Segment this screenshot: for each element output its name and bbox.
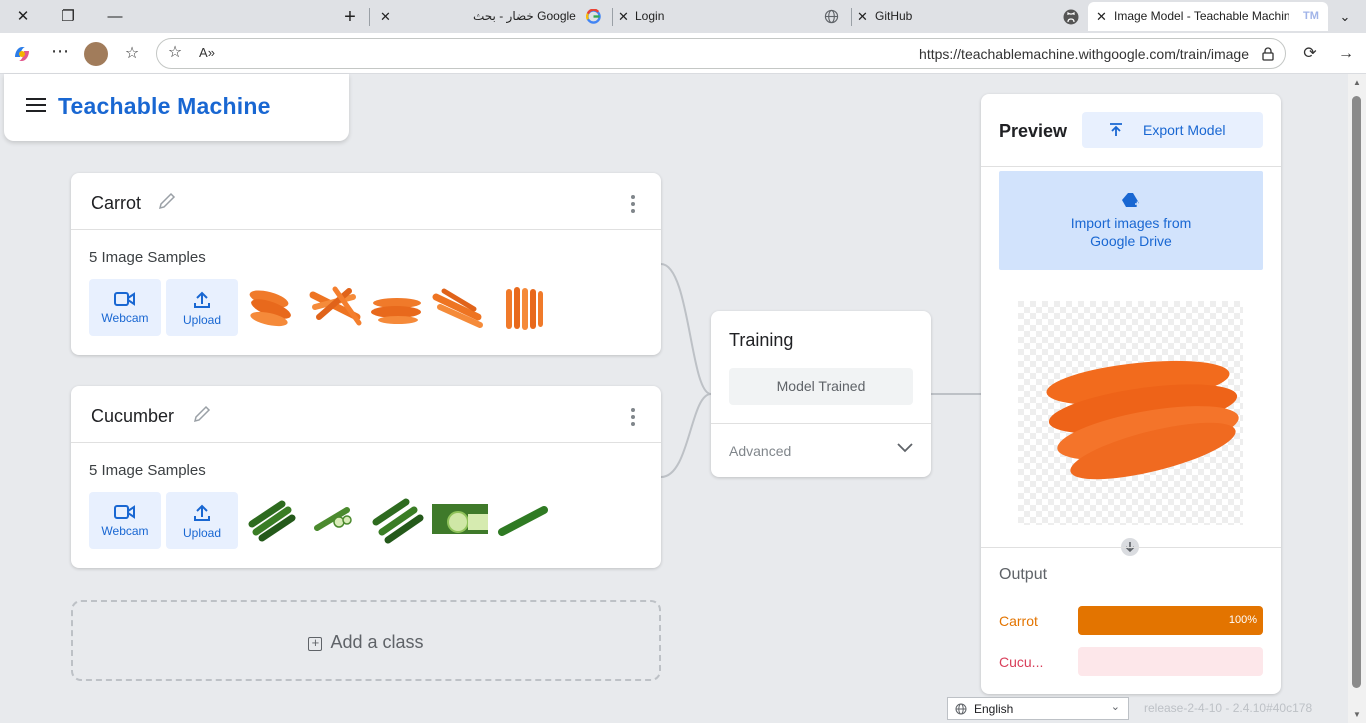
output-row-cucumber: Cucu... — [999, 647, 1263, 676]
class-name[interactable]: Carrot — [91, 193, 141, 214]
class-card-carrot: Carrot 5 Image Samples Webcam Upload — [71, 173, 661, 355]
sample-image[interactable] — [242, 490, 300, 548]
chevron-down-icon[interactable] — [897, 443, 913, 453]
preview-panel: Preview Export Model Import images from … — [981, 94, 1281, 694]
webcam-icon — [114, 505, 135, 519]
export-label: Export Model — [1143, 122, 1226, 138]
class-options-icon[interactable] — [631, 195, 635, 216]
add-icon: + — [308, 636, 323, 651]
sample-image[interactable] — [494, 490, 552, 548]
sample-image[interactable] — [242, 277, 300, 335]
release-version: release-2-4-10 - 2.4.10#40c178 — [1144, 701, 1313, 715]
output-title: Output — [999, 566, 1048, 583]
output-label: Carrot — [999, 613, 1038, 629]
sample-image[interactable] — [368, 490, 426, 548]
sample-image[interactable] — [494, 277, 552, 335]
class-name[interactable]: Cucumber — [91, 406, 174, 427]
upload-label: Upload — [182, 526, 222, 540]
class-card-cucumber: Cucumber 5 Image Samples Webcam Upload — [71, 386, 661, 568]
webcam-label: Webcam — [101, 311, 149, 325]
confidence-bar: 100% — [1078, 606, 1263, 635]
webcam-icon — [114, 292, 135, 306]
globe-icon — [955, 703, 967, 715]
sample-image[interactable] — [368, 277, 426, 335]
sample-image[interactable] — [305, 277, 363, 335]
preview-title: Preview — [999, 121, 1068, 141]
confidence-percent: 100% — [1228, 614, 1257, 626]
preview-input-image — [1018, 301, 1243, 525]
confidence-bar — [1078, 647, 1263, 676]
language-label: English — [974, 702, 1014, 716]
sample-count: 5 Image Samples — [89, 462, 206, 479]
sample-image[interactable] — [430, 277, 488, 335]
sample-image[interactable] — [430, 490, 488, 548]
webcam-button[interactable]: Webcam — [89, 279, 161, 336]
gdrive-label-line1: Import images from — [1070, 215, 1192, 231]
class-card-header: Carrot — [71, 173, 661, 230]
class-options-icon[interactable] — [631, 408, 635, 429]
output-label: Cucu... — [999, 654, 1044, 670]
output-row-carrot: Carrot 100% — [999, 606, 1263, 635]
webcam-label: Webcam — [101, 524, 149, 538]
upload-icon — [194, 291, 210, 308]
add-class-button[interactable]: + Add a class — [71, 600, 661, 681]
import-google-drive-button[interactable]: Import images from Google Drive — [999, 171, 1263, 270]
chevron-down-icon: ⌄ — [1110, 701, 1120, 713]
upload-label: Upload — [182, 313, 222, 327]
sample-image[interactable] — [305, 490, 363, 548]
add-class-label: Add a class — [330, 632, 424, 652]
export-model-button[interactable]: Export Model — [1082, 112, 1263, 148]
training-card: Training Model Trained Advanced — [711, 311, 931, 477]
class-card-header: Cucumber — [71, 386, 661, 443]
language-select[interactable]: English ⌄ — [947, 697, 1129, 720]
training-title: Training — [729, 330, 794, 350]
gdrive-label-line2: Google Drive — [1090, 233, 1172, 249]
edit-name-icon[interactable] — [192, 404, 212, 424]
google-drive-icon — [1122, 193, 1140, 207]
upload-icon — [194, 504, 210, 521]
edit-name-icon[interactable] — [157, 191, 177, 211]
webcam-button[interactable]: Webcam — [89, 492, 161, 549]
upload-button[interactable]: Upload — [166, 279, 238, 336]
upload-button[interactable]: Upload — [166, 492, 238, 549]
sample-count: 5 Image Samples — [89, 249, 206, 266]
advanced-toggle[interactable]: Advanced — [729, 443, 791, 459]
train-model-button[interactable]: Model Trained — [729, 368, 913, 405]
export-icon — [1110, 123, 1122, 136]
